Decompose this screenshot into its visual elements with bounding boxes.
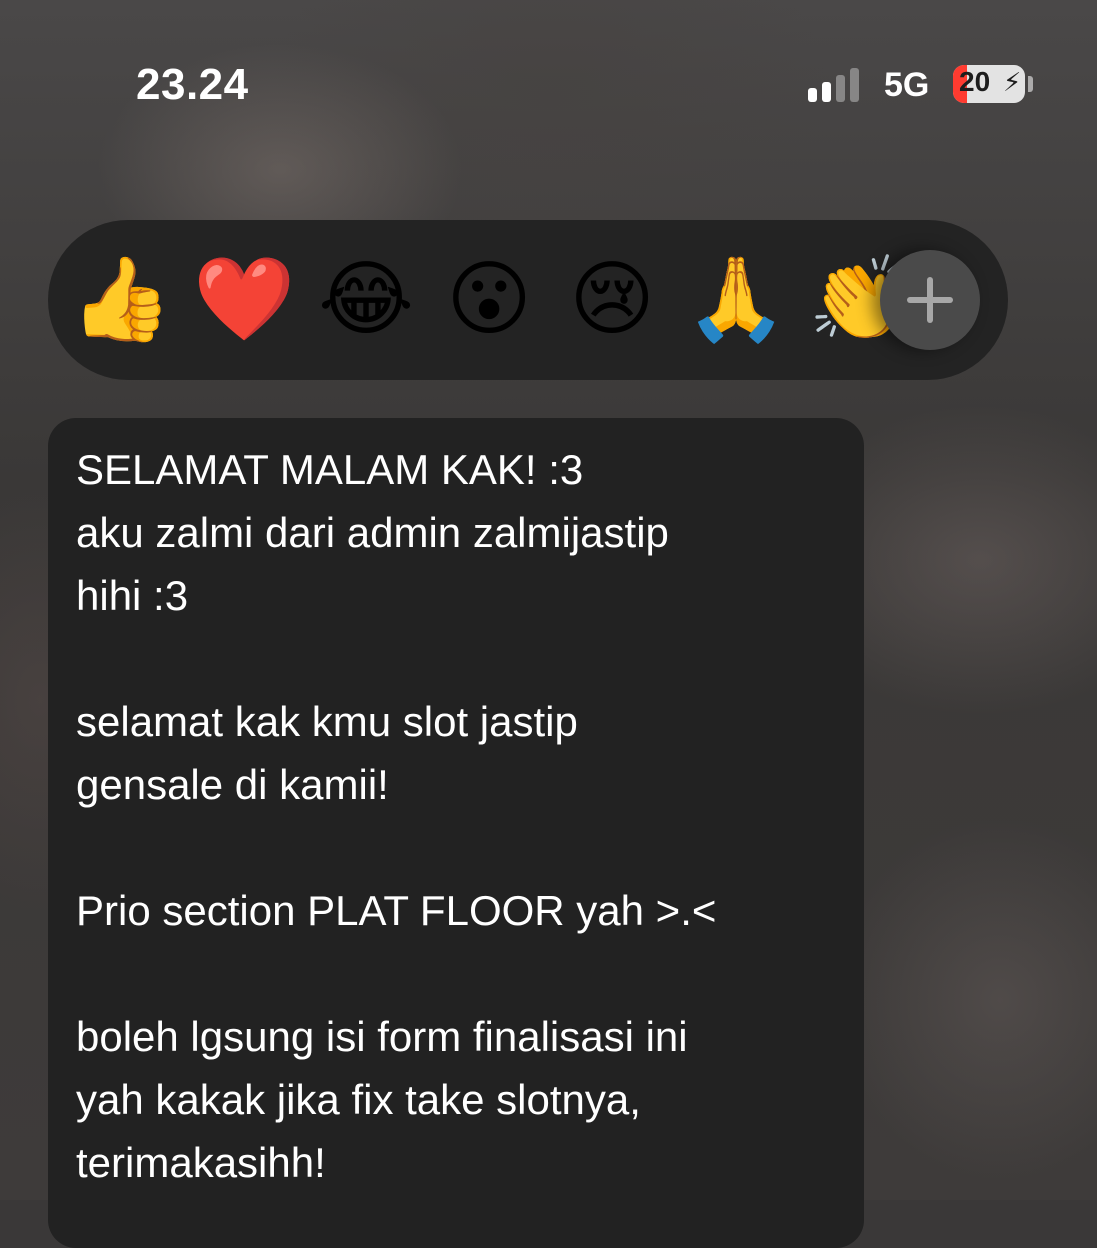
signal-bar — [822, 82, 831, 102]
thumbs-up-emoji[interactable]: 👍 — [70, 250, 172, 350]
status-bar: 23.24 5G 20 ⚡ — [0, 0, 1097, 140]
folded-hands-emoji[interactable]: 🙏 — [685, 250, 787, 350]
message-line: aku zalmi dari admin zalmijastip — [76, 509, 669, 556]
tears-of-joy-emoji[interactable]: 😂 — [316, 250, 416, 350]
surprised-emoji[interactable]: 😮 — [439, 250, 539, 350]
message-text: SELAMAT MALAM KAK! :3 aku zalmi dari adm… — [76, 438, 856, 1194]
crying-emoji[interactable]: 😢 — [562, 250, 662, 350]
message-line: boleh lgsung isi form finalisasi ini — [76, 1013, 688, 1060]
message-line: Prio section PLAT FLOOR yah >.< — [76, 887, 717, 934]
clock-time: 23.24 — [136, 60, 249, 109]
battery-icon: 20 ⚡ — [953, 65, 1025, 103]
signal-bar — [850, 68, 859, 102]
plus-icon-vertical — [927, 277, 933, 323]
red-heart-emoji[interactable]: ❤️ — [193, 250, 295, 350]
message-line: hihi :3 — [76, 572, 189, 619]
network-type-label: 5G — [884, 66, 930, 104]
message-line: yah kakak jika fix take slotnya, — [76, 1076, 641, 1123]
signal-bar — [836, 75, 845, 102]
message-line: gensale di kamii! — [76, 761, 389, 808]
message-line: terimakasihh! — [76, 1139, 326, 1186]
battery-percent: 20 — [959, 66, 991, 97]
battery-tip — [1028, 76, 1033, 92]
cellular-signal-icon — [808, 68, 866, 102]
bolt-icon: ⚡ — [1003, 68, 1022, 98]
message-line: SELAMAT MALAM KAK! :3 — [76, 446, 584, 493]
message-line: selamat kak kmu slot jastip — [76, 698, 578, 745]
signal-bar — [808, 88, 817, 102]
more-reactions-button[interactable] — [880, 250, 980, 350]
reaction-picker: 👍 ❤️ 😂 😮 😢 🙏 👏 — [48, 220, 1008, 380]
